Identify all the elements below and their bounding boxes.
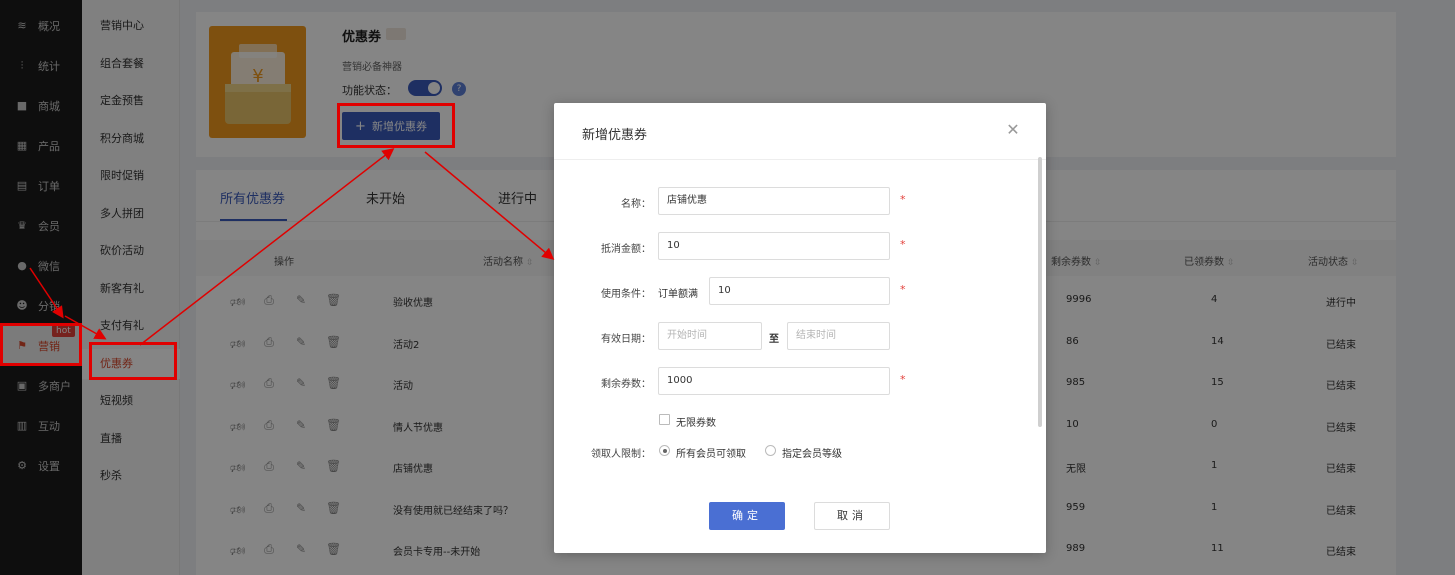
condition-input[interactable]: 10 (709, 277, 890, 305)
required-mark: * (900, 238, 906, 251)
start-date-input[interactable]: 开始时间 (658, 322, 762, 350)
dialog-divider (554, 159, 1046, 160)
close-icon[interactable]: ✕ (1004, 121, 1022, 139)
name-label: 名称： (621, 199, 651, 210)
required-mark: * (900, 193, 906, 206)
dialog-title: 新增优惠券 (582, 128, 648, 143)
remain-input[interactable]: 1000 (658, 367, 890, 395)
name-input[interactable]: 店铺优惠 (658, 187, 890, 215)
condition-label: 使用条件： (601, 289, 651, 300)
annotation-box-marketing (0, 323, 82, 366)
confirm-button[interactable]: 确定 (709, 502, 785, 530)
dialog-scrollbar[interactable] (1038, 157, 1042, 427)
limit-level-radio[interactable] (765, 445, 776, 456)
required-mark: * (900, 283, 906, 296)
required-mark: * (900, 373, 906, 386)
condition-prefix: 订单额满 (658, 289, 698, 300)
limit-all-radio[interactable] (659, 445, 670, 456)
new-coupon-dialog: 新增优惠券 ✕ 名称： 店铺优惠 * 抵消金额： 10 * 使用条件： 订单额满… (554, 103, 1046, 553)
end-date-input[interactable]: 结束时间 (787, 322, 890, 350)
limit-label: 领取人限制： (591, 449, 651, 460)
unlimited-label: 无限券数 (676, 418, 716, 429)
limit-level-label: 指定会员等级 (782, 449, 842, 460)
annotation-box-coupon (89, 342, 177, 380)
amount-label: 抵消金额： (601, 244, 651, 255)
date-label: 有效日期： (601, 334, 651, 345)
remain-label: 剩余券数： (601, 379, 651, 390)
date-to: 至 (769, 334, 779, 345)
unlimited-checkbox[interactable] (659, 414, 670, 425)
cancel-button[interactable]: 取消 (814, 502, 890, 530)
limit-all-label: 所有会员可领取 (676, 449, 746, 460)
annotation-box-new-button (337, 103, 455, 148)
amount-input[interactable]: 10 (658, 232, 890, 260)
